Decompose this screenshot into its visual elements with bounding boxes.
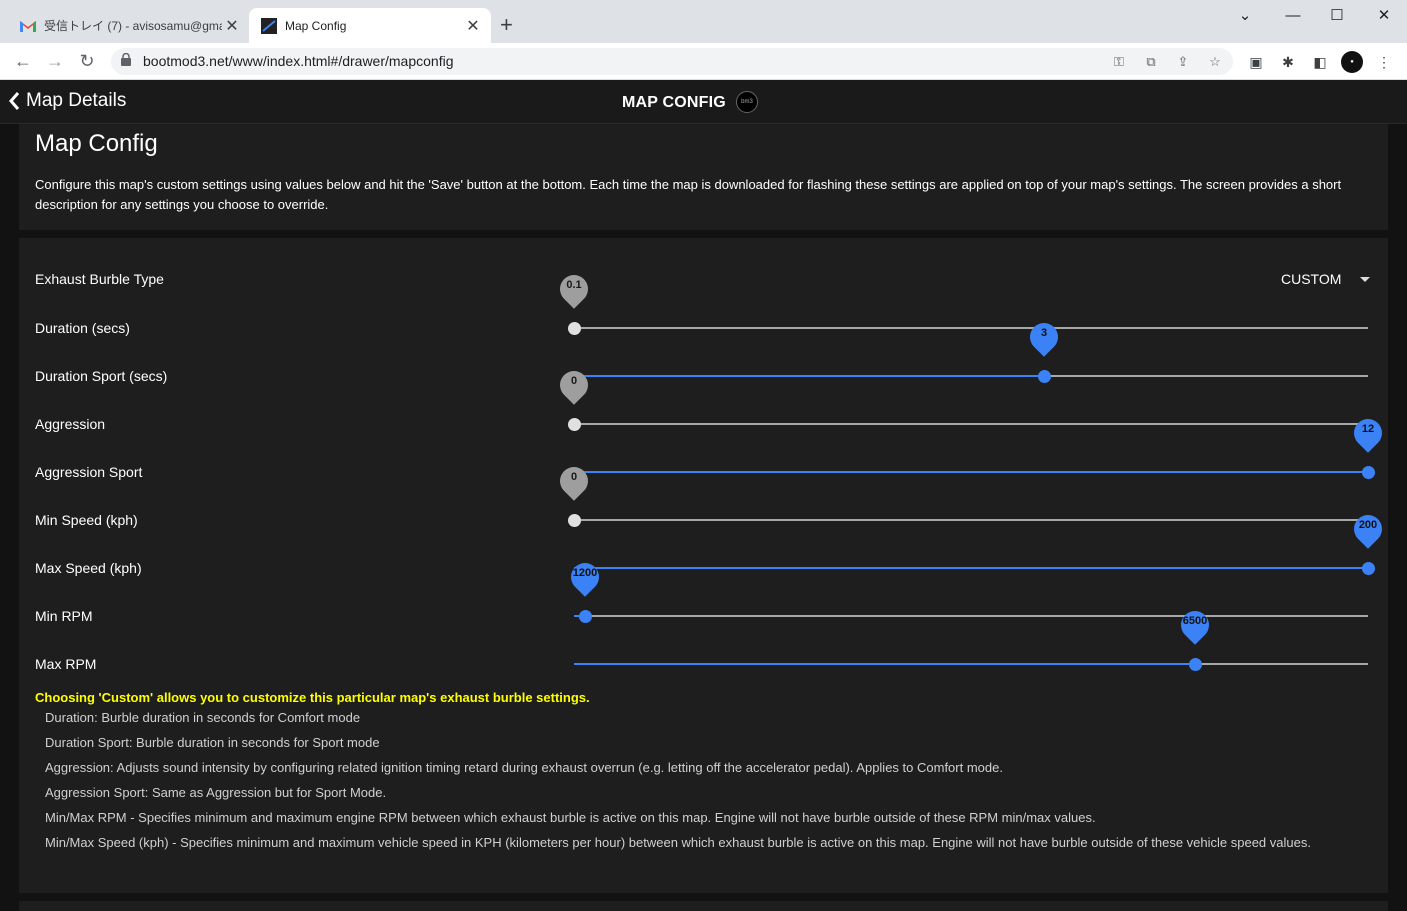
minimize-icon[interactable]: —	[1278, 6, 1308, 26]
omnibox[interactable]: bootmod3.net/www/index.html#/drawer/mapc…	[111, 48, 1233, 75]
tab-search-icon[interactable]: ⌄	[1230, 6, 1260, 26]
slider-value: 200	[1358, 519, 1378, 531]
slider-min-speed-kph[interactable]: 0	[554, 461, 1368, 535]
slider-aggression[interactable]: 0	[554, 365, 1368, 439]
slider-track[interactable]	[574, 519, 1368, 521]
custom-note: Choosing 'Custom' allows you to customiz…	[35, 690, 590, 705]
slider-thumb[interactable]	[1038, 370, 1051, 383]
tab-close-icon[interactable]: ✕	[222, 16, 242, 36]
slider-thumb[interactable]	[1362, 562, 1375, 575]
description-line: Min/Max RPM - Specifies minimum and maxi…	[45, 810, 1096, 825]
intro-text: Configure this map's custom settings usi…	[35, 177, 1342, 212]
slider-thumb[interactable]	[1189, 658, 1202, 671]
burble-type-value: CUSTOM	[1281, 271, 1342, 287]
bm3-logo: bm3	[736, 91, 758, 113]
slider-value: 0	[570, 471, 578, 483]
browser-menu-icon[interactable]: ⋮	[1375, 53, 1393, 71]
slider-aggression-sport[interactable]: 12	[574, 413, 1388, 487]
slider-thumb[interactable]	[568, 322, 581, 335]
slider-max-rpm[interactable]: 6500	[574, 605, 1368, 679]
slider-value: 0	[570, 375, 578, 387]
window-close-icon[interactable]: ✕	[1369, 6, 1399, 26]
description-line: Aggression: Adjusts sound intensity by c…	[45, 760, 1003, 775]
gmail-icon	[20, 18, 36, 34]
burble-type-select[interactable]: CUSTOM	[1281, 271, 1371, 287]
share-icon[interactable]: ⇪	[1175, 54, 1191, 70]
bm3-favicon-icon	[261, 17, 277, 34]
main-content: Map Config Configure this map's custom s…	[0, 124, 1407, 911]
extension-app-icon[interactable]: ▣	[1247, 53, 1265, 71]
slider-label: Min Speed (kph)	[35, 512, 138, 528]
dropdown-caret-icon	[1360, 276, 1371, 282]
burble-type-label: Exhaust Burble Type	[35, 271, 164, 287]
slider-thumb[interactable]	[1362, 466, 1375, 479]
tab-title: Map Config	[285, 18, 347, 33]
burble-settings-card: Exhaust Burble Type CUSTOM 0.1 3 0 12 0 200 12…	[19, 238, 1388, 893]
description-line: Aggression Sport: Same as Aggression but…	[45, 785, 387, 800]
description-line: Duration: Burble duration in seconds for…	[45, 710, 361, 725]
slider-track[interactable]	[574, 423, 1368, 425]
browser-tab-strip: 受信トレイ (7) - avisosamu@gmail ✕ Map Config…	[0, 0, 1407, 43]
intro-card: Map Config Configure this map's custom s…	[19, 124, 1388, 230]
url-text: bootmod3.net/www/index.html#/drawer/mapc…	[143, 53, 454, 69]
address-bar: ← → ↻ bootmod3.net/www/index.html#/drawe…	[0, 43, 1407, 80]
slider-fill	[574, 567, 1368, 569]
slider-thumb[interactable]	[579, 610, 592, 623]
slider-label: Min RPM	[35, 608, 93, 624]
slider-fill	[574, 471, 1368, 473]
slider-value: 6500	[1182, 615, 1208, 627]
chevron-left-icon	[9, 92, 20, 110]
slider-fill	[574, 663, 1195, 665]
back-arrow-icon[interactable]: ←	[12, 50, 34, 72]
slider-value: 3	[1040, 327, 1048, 339]
slider-thumb[interactable]	[568, 514, 581, 527]
slider-track[interactable]	[574, 327, 1368, 329]
reload-icon[interactable]: ↻	[76, 50, 98, 72]
slider-label: Duration Sport (secs)	[35, 368, 168, 384]
slider-label: Max RPM	[35, 656, 97, 672]
forward-arrow-icon[interactable]: →	[44, 50, 66, 72]
slider-duration-sport-secs[interactable]: 3	[574, 317, 1368, 391]
slider-value: 0.1	[566, 279, 582, 291]
tab-map-config[interactable]: Map Config ✕	[249, 8, 491, 43]
side-panel-icon[interactable]: ◧	[1311, 53, 1329, 71]
slider-max-speed-kph[interactable]: 200	[574, 509, 1388, 583]
slider-thumb[interactable]	[568, 418, 581, 431]
description-line: Duration Sport: Burble duration in secon…	[45, 735, 380, 750]
tab-gmail[interactable]: 受信トレイ (7) - avisosamu@gmail ✕	[0, 8, 250, 43]
slider-label: Aggression Sport	[35, 464, 143, 480]
profile-avatar[interactable]: ●	[1341, 51, 1363, 73]
key-icon[interactable]: ⚿	[1111, 54, 1127, 70]
description-line: Min/Max Speed (kph) - Specifies minimum …	[45, 835, 1311, 850]
slider-min-rpm[interactable]: 1200	[565, 557, 1368, 631]
slider-value: 1200	[572, 567, 598, 579]
app-header: Map Details MAP CONFIG bm3	[0, 80, 1407, 124]
slider-value: 12	[1361, 423, 1375, 435]
tab-close-icon[interactable]: ✕	[463, 16, 483, 36]
tab-title: 受信トレイ (7) - avisosamu@gmail	[44, 19, 222, 33]
slider-label: Max Speed (kph)	[35, 560, 142, 576]
slider-duration-secs[interactable]: 0.1	[554, 269, 1368, 343]
slider-fill	[574, 375, 1044, 377]
lock-icon	[121, 52, 131, 71]
section-heading: Map Config	[35, 130, 158, 157]
back-button[interactable]: Map Details	[8, 90, 126, 112]
new-tab-icon[interactable]: +	[500, 14, 513, 36]
translate-icon[interactable]: ⧉	[1143, 54, 1159, 70]
maximize-icon[interactable]: ☐	[1322, 6, 1352, 26]
slider-label: Aggression	[35, 416, 106, 432]
slider-track[interactable]	[574, 615, 1368, 617]
back-label: Map Details	[26, 90, 127, 111]
bookmark-star-icon[interactable]: ☆	[1207, 54, 1223, 70]
next-card	[19, 901, 1388, 911]
slider-label: Duration (secs)	[35, 320, 130, 336]
page-title: MAP CONFIG	[622, 94, 726, 111]
extensions-puzzle-icon[interactable]: ✱	[1279, 53, 1297, 71]
